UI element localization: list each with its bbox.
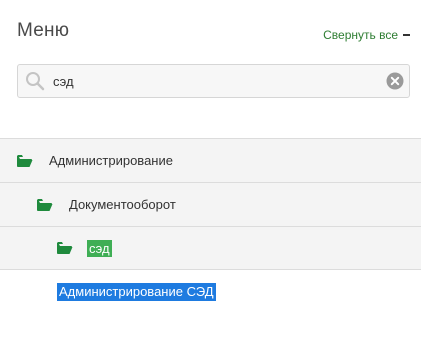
collapse-all-button[interactable]: Свернуть все bbox=[323, 28, 410, 42]
folder-open-icon bbox=[37, 198, 53, 211]
menu-title: Меню bbox=[17, 20, 70, 41]
menu-link-sed-administration[interactable]: Администрирование СЭД bbox=[57, 283, 216, 301]
tree-item-document-flow[interactable]: Документооборот bbox=[0, 182, 421, 226]
tree-item-label: Документооборот bbox=[69, 197, 176, 212]
minus-icon bbox=[403, 34, 410, 36]
search-icon bbox=[26, 72, 45, 91]
tree-item-sed[interactable]: сэд bbox=[0, 226, 421, 270]
folder-open-icon bbox=[57, 242, 73, 254]
tree-item-administration[interactable]: Администрирование bbox=[0, 138, 421, 182]
menu-tree: Администрирование Документооборот сэд bbox=[0, 138, 421, 270]
search-box bbox=[17, 64, 410, 98]
tree-item-label: Администрирование bbox=[49, 153, 173, 168]
collapse-all-label: Свернуть все bbox=[323, 28, 398, 42]
folder-open-icon bbox=[17, 154, 33, 167]
menu-panel: Меню Свернуть все Администрирование bbox=[0, 0, 421, 339]
search-input[interactable] bbox=[53, 65, 383, 97]
menu-header: Меню Свернуть все bbox=[17, 20, 410, 46]
search-match-label: сэд bbox=[87, 239, 112, 257]
clear-icon[interactable] bbox=[386, 72, 404, 90]
